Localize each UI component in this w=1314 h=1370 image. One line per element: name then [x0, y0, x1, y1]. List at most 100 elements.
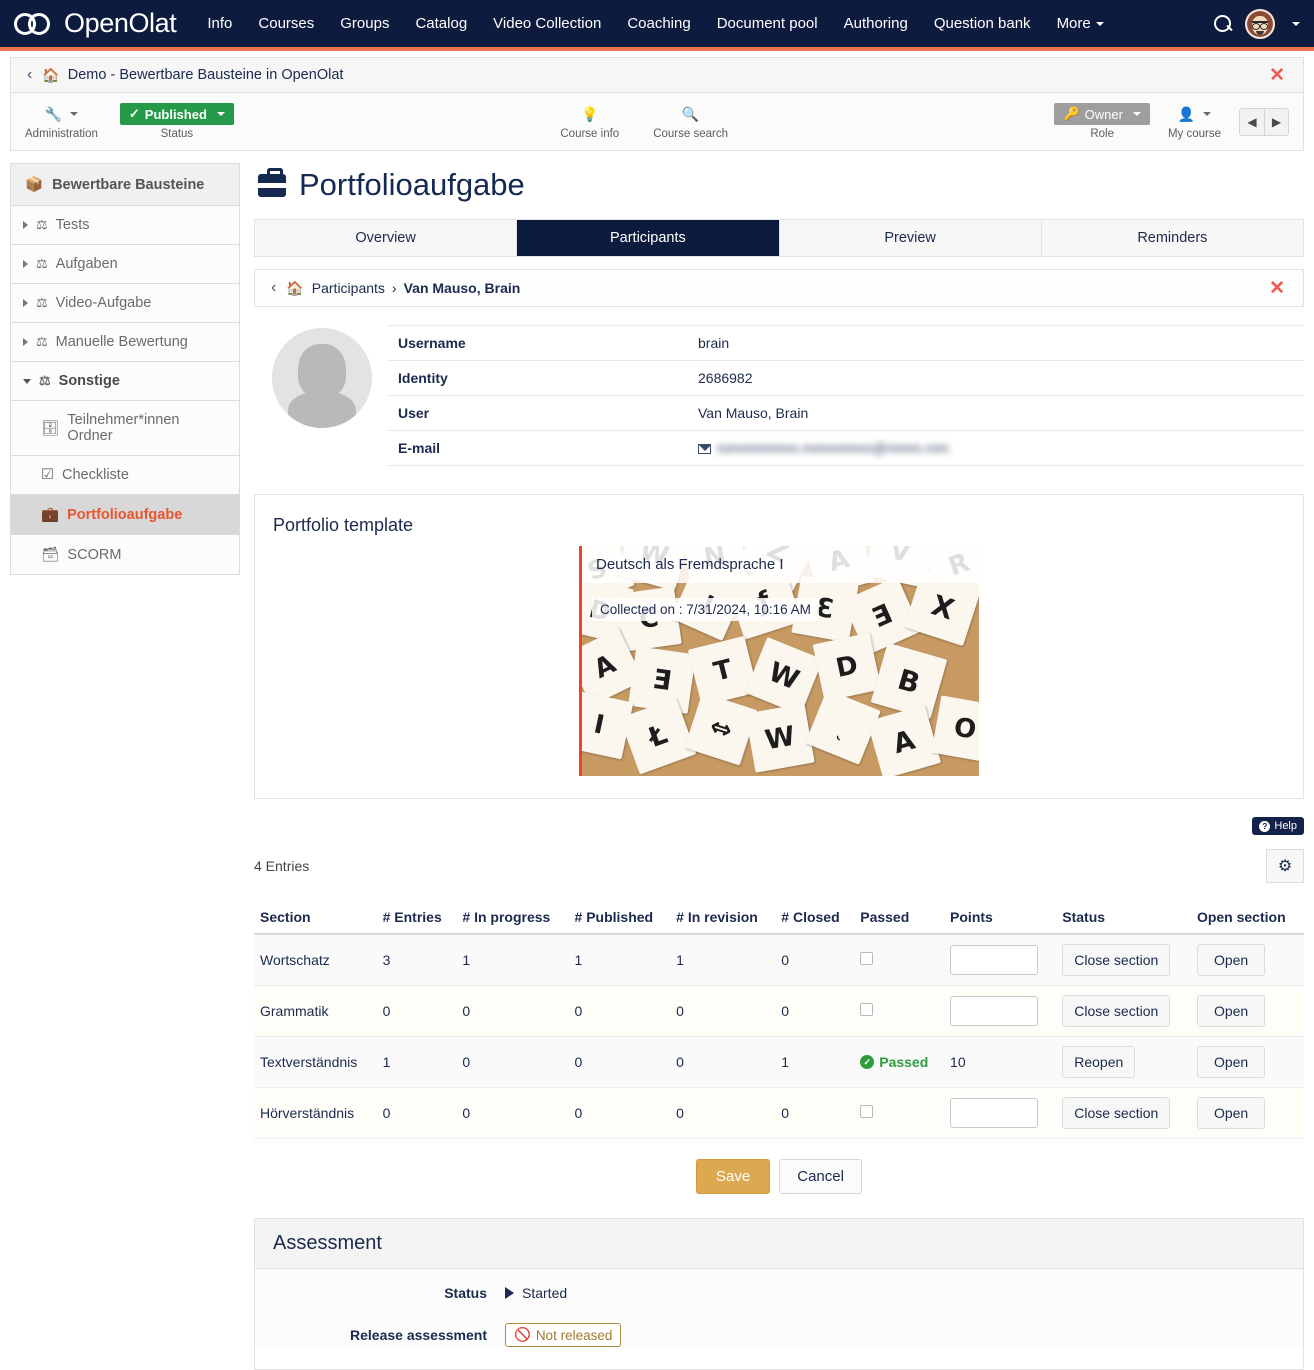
cancel-button[interactable]: Cancel	[779, 1159, 862, 1194]
search-icon[interactable]	[1213, 14, 1233, 34]
brand-name: OpenOlat	[64, 8, 176, 39]
sidebar-item-video-aufgabe[interactable]: ⚖ Video-Aufgabe	[10, 284, 240, 323]
passed-checkbox[interactable]	[860, 952, 873, 965]
tab-reminders[interactable]: Reminders	[1042, 220, 1303, 256]
sidebar-item-checkliste[interactable]: ☑ Checkliste	[10, 456, 240, 495]
open-section-button[interactable]: Open	[1197, 995, 1265, 1027]
assessment-status-value: Started	[522, 1285, 567, 1301]
chevron-left-icon[interactable]: ‹	[17, 67, 42, 83]
points-input[interactable]	[950, 996, 1038, 1026]
open-section-button[interactable]: Open	[1197, 1097, 1265, 1129]
play-icon	[505, 1287, 514, 1299]
col-section[interactable]: Section	[254, 901, 377, 934]
help-button[interactable]: ? Help	[1252, 817, 1304, 835]
sidebar-item-scorm[interactable]: 🗃 SCORM	[10, 535, 240, 575]
wrench-icon: 🔧	[45, 103, 78, 125]
portfolio-template-title: Portfolio template	[273, 515, 1287, 536]
page-body: 📦 Bewertbare Bausteine ⚖ Tests ⚖ Aufgabe…	[0, 151, 1314, 1370]
points-input[interactable]	[950, 1098, 1038, 1128]
col-status[interactable]: Status	[1056, 901, 1191, 934]
administration-button[interactable]: 🔧 Administration	[25, 103, 98, 140]
sidebar-item-label: Portfolioaufgabe	[67, 507, 182, 523]
course-info-button[interactable]: 💡 Course info	[560, 103, 619, 140]
cell-open: Open	[1191, 1088, 1304, 1139]
tab-participants[interactable]: Participants	[517, 220, 779, 256]
status-badge[interactable]: ✓ Published	[120, 103, 234, 125]
briefcase-icon	[258, 174, 286, 197]
assessment-release-value-wrap: 🚫 Not released	[505, 1323, 621, 1347]
col-passed[interactable]: Passed	[854, 901, 944, 934]
sidebar-item-label: Manuelle Bewertung	[56, 334, 188, 350]
breadcrumb-link-participants[interactable]: Participants	[312, 280, 385, 296]
open-section-button[interactable]: Open	[1197, 944, 1265, 976]
col-in-progress[interactable]: # In progress	[456, 901, 568, 934]
avatar[interactable]	[1245, 9, 1275, 39]
tab-preview[interactable]: Preview	[780, 220, 1042, 256]
nav-item-catalog[interactable]: Catalog	[402, 9, 480, 38]
portfolio-template-panel: Portfolio template S W N Z A V R D C I ƒ…	[254, 494, 1304, 799]
home-icon[interactable]: 🏠	[286, 280, 303, 297]
help-row: ? Help	[254, 817, 1304, 837]
sidebar-item-aufgaben[interactable]: ⚖ Aufgaben	[10, 245, 240, 284]
sidebar-item-teilnehmer-ordner[interactable]: 🗄 Teilnehmer*innen Ordner	[10, 401, 240, 456]
cell-open: Open	[1191, 986, 1304, 1037]
user-info-block: Username brain Identity 2686982 User Van…	[254, 325, 1304, 466]
main-content: Portfolioaufgabe Overview Participants P…	[254, 163, 1304, 1370]
cell-section: Textverständnis	[254, 1037, 377, 1088]
close-icon[interactable]: ✕	[1257, 66, 1297, 85]
close-section-button[interactable]: Close section	[1062, 995, 1170, 1027]
reopen-section-button[interactable]: Reopen	[1062, 1046, 1135, 1078]
nav-item-video-collection[interactable]: Video Collection	[480, 9, 614, 38]
role-badge[interactable]: 🔑 Owner	[1054, 103, 1149, 125]
sidebar-item-portfolioaufgabe[interactable]: 💼 Portfolioaufgabe	[10, 495, 240, 535]
cell-section: Wortschatz	[254, 934, 377, 986]
release-status-badge[interactable]: 🚫 Not released	[505, 1323, 621, 1347]
open-section-button[interactable]: Open	[1197, 1046, 1265, 1078]
portfolio-template-card[interactable]: S W N Z A V R D C I ƒ Ɛ Ǝ X A Ǝ T	[579, 546, 979, 776]
course-title[interactable]: Demo - Bewertbare Bausteine in OpenOlat	[68, 67, 344, 83]
nav-item-courses[interactable]: Courses	[245, 9, 327, 38]
letter-tile: T	[688, 636, 758, 706]
sidebar-item-manuelle-bewertung[interactable]: ⚖ Manuelle Bewertung	[10, 323, 240, 362]
passed-checkbox[interactable]	[860, 1105, 873, 1118]
chevron-down-icon[interactable]	[1292, 22, 1300, 26]
close-section-button[interactable]: Close section	[1062, 944, 1170, 976]
brand-logo[interactable]: OpenOlat	[14, 8, 176, 39]
sidebar-item-sonstige[interactable]: ⚖ Sonstige	[10, 362, 240, 401]
role-control[interactable]: 🔑 Owner Role	[1054, 103, 1149, 140]
col-points[interactable]: Points	[944, 901, 1056, 934]
col-in-revision[interactable]: # In revision	[670, 901, 775, 934]
nav-item-document-pool[interactable]: Document pool	[704, 9, 831, 38]
sidebar-item-tests[interactable]: ⚖ Tests	[10, 206, 240, 245]
cell-entries: 3	[377, 934, 457, 986]
nodes-icon: ⚖	[39, 373, 51, 389]
nav-item-info[interactable]: Info	[194, 9, 245, 38]
nav-item-more[interactable]: More	[1044, 9, 1117, 38]
arrow-left-icon[interactable]: ◀	[1240, 109, 1264, 135]
points-input[interactable]	[950, 945, 1038, 975]
chevron-left-icon[interactable]: ‹	[261, 280, 286, 296]
close-section-button[interactable]: Close section	[1062, 1097, 1170, 1129]
col-closed[interactable]: # Closed	[775, 901, 854, 934]
home-icon[interactable]: 🏠	[42, 67, 59, 84]
tab-overview[interactable]: Overview	[255, 220, 517, 256]
my-course-button[interactable]: 👤 My course	[1168, 103, 1221, 140]
course-breadcrumb-bar: ‹ 🏠 Demo - Bewertbare Bausteine in OpenO…	[10, 57, 1304, 93]
col-open-section[interactable]: Open section	[1191, 901, 1304, 934]
arrow-right-icon[interactable]: ▶	[1264, 109, 1288, 135]
passed-checkbox[interactable]	[860, 1003, 873, 1016]
save-button[interactable]: Save	[696, 1159, 770, 1194]
nav-item-question-bank[interactable]: Question bank	[921, 9, 1044, 38]
course-search-button[interactable]: 🔍 Course search	[653, 103, 728, 140]
status-badge-label: Published	[145, 107, 207, 122]
col-published[interactable]: # Published	[569, 901, 671, 934]
sidebar-header: 📦 Bewertbare Bausteine	[10, 163, 240, 206]
nav-item-coaching[interactable]: Coaching	[614, 9, 703, 38]
nav-item-authoring[interactable]: Authoring	[831, 9, 921, 38]
status-control[interactable]: ✓ Published Status	[120, 103, 234, 140]
nav-item-groups[interactable]: Groups	[327, 9, 402, 38]
close-icon[interactable]: ✕	[1257, 279, 1297, 298]
gear-icon[interactable]: ⚙	[1266, 849, 1304, 883]
col-entries[interactable]: # Entries	[377, 901, 457, 934]
cell-closed: 0	[775, 1088, 854, 1139]
